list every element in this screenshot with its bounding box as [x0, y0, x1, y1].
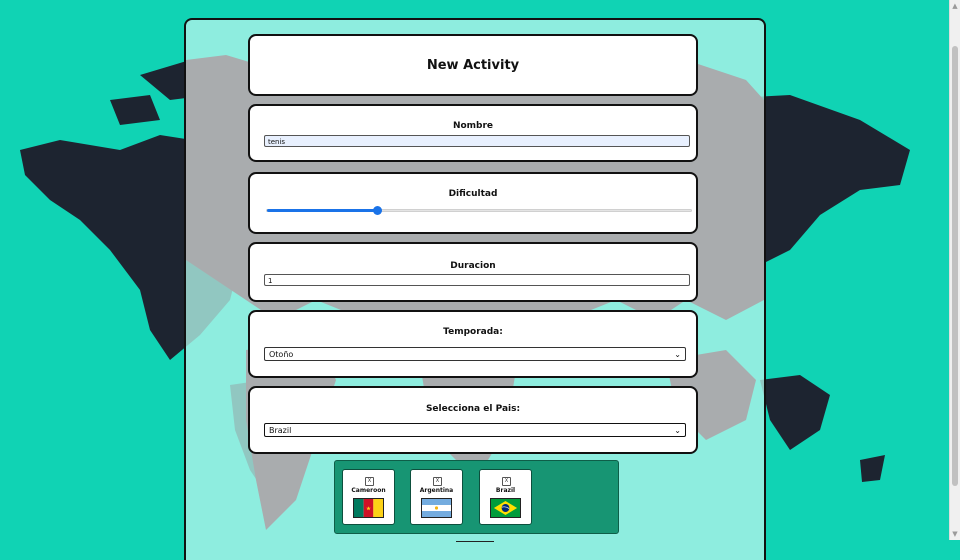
remove-country-button[interactable]: X — [433, 477, 442, 486]
country-selected-value: Brazil — [269, 426, 292, 435]
remove-country-button[interactable]: X — [502, 477, 511, 486]
season-label: Temporada: — [443, 327, 503, 337]
season-select[interactable]: Otoño ⌄ — [264, 347, 686, 361]
brazil-flag-icon — [490, 498, 521, 518]
submit-button[interactable] — [456, 541, 494, 546]
duration-input[interactable]: 1 — [264, 274, 690, 286]
season-card: Temporada: Otoño ⌄ — [248, 310, 698, 378]
country-select[interactable]: Brazil ⌄ — [264, 423, 686, 437]
name-card: Nombre tenis — [248, 104, 698, 162]
country-chip-brazil: X Brazil — [479, 469, 532, 525]
name-input[interactable]: tenis — [264, 135, 690, 147]
page-title: New Activity — [426, 58, 520, 73]
page-scrollbar[interactable]: ▲ ▼ — [949, 0, 960, 540]
scroll-down-icon[interactable]: ▼ — [951, 530, 959, 538]
country-card: Selecciona el Pais: Brazil ⌄ — [248, 386, 698, 454]
duration-label: Duracion — [450, 261, 496, 271]
difficulty-card: Dificultad — [248, 172, 698, 234]
cameroon-flag-icon — [353, 498, 384, 518]
activity-form-panel: New Activity Nombre tenis Dificultad Dur… — [184, 18, 766, 560]
chevron-down-icon: ⌄ — [674, 426, 681, 435]
difficulty-slider[interactable] — [266, 206, 692, 215]
country-label: Selecciona el Pais: — [425, 404, 521, 414]
difficulty-slider-fill — [267, 209, 378, 212]
country-chip-name: Cameroon — [351, 487, 386, 494]
country-chip-argentina: X Argentina — [410, 469, 463, 525]
scroll-up-icon[interactable]: ▲ — [951, 2, 959, 10]
difficulty-slider-thumb[interactable] — [373, 206, 383, 215]
remove-country-button[interactable]: X — [365, 477, 374, 486]
name-label: Nombre — [452, 121, 494, 131]
country-chip-name: Argentina — [419, 487, 454, 494]
country-chip-name: Brazil — [495, 487, 516, 494]
scroll-thumb[interactable] — [952, 46, 958, 486]
title-card: New Activity — [248, 34, 698, 96]
duration-card: Duracion 1 — [248, 242, 698, 302]
season-selected-value: Otoño — [269, 350, 294, 359]
difficulty-label: Dificultad — [448, 189, 498, 199]
selected-countries-box: X Cameroon X Argentina X Brazil — [334, 460, 619, 534]
argentina-flag-icon — [421, 498, 452, 518]
country-chip-cameroon: X Cameroon — [342, 469, 395, 525]
chevron-down-icon: ⌄ — [674, 350, 681, 359]
